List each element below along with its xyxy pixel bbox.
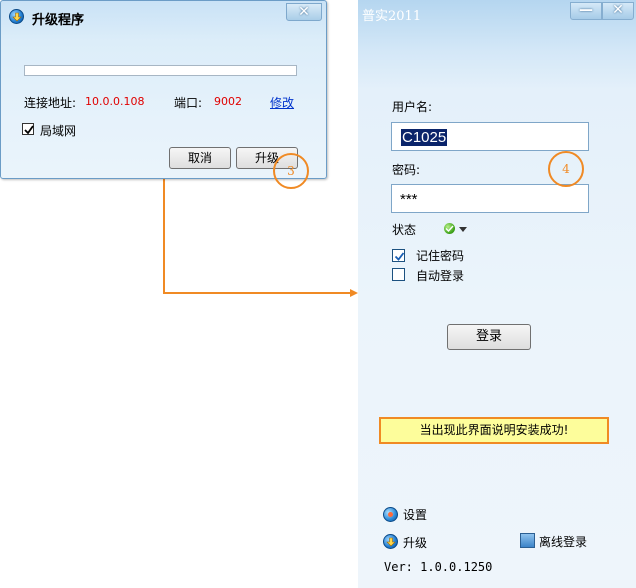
checkmark-icon — [394, 252, 405, 261]
upgrade-icon[interactable] — [383, 534, 398, 549]
upgrade-dialog-title: 升级程序 — [32, 13, 85, 28]
checkmark-icon — [24, 125, 34, 135]
offline-login-link[interactable]: 离线登录 — [539, 533, 587, 550]
offline-login-icon[interactable] — [520, 533, 535, 548]
cancel-button[interactable]: 取消 — [169, 147, 231, 169]
minimize-button[interactable]: — — [570, 2, 602, 20]
password-label: 密码: — [392, 163, 421, 177]
online-check-icon[interactable] — [444, 223, 455, 234]
port-label: 端口: — [174, 96, 203, 110]
lan-label: 局域网 — [40, 124, 77, 138]
connection-address-value: 10.0.0.108 — [85, 95, 145, 108]
upgrade-close-button[interactable]: ✕ — [286, 3, 322, 21]
upgrade-titlebar[interactable]: 升级程序 ✕ — [1, 1, 326, 31]
connection-address-label: 连接地址: — [24, 96, 77, 110]
login-button[interactable]: 登录 — [447, 324, 531, 350]
upgrade-app-icon — [9, 9, 24, 24]
remember-password-checkbox[interactable] — [392, 249, 405, 262]
password-value: *** — [400, 191, 418, 208]
password-input[interactable]: *** — [391, 184, 589, 213]
lan-checkbox[interactable] — [22, 123, 34, 135]
login-window: 普实2011 — ✕ 用户名: C1025 密码: *** 状态 记住密码 自动… — [358, 0, 636, 588]
remember-password-label: 记住密码 — [416, 249, 465, 263]
auto-login-checkbox[interactable] — [392, 268, 405, 281]
settings-link[interactable]: 设置 — [403, 506, 427, 523]
login-close-button[interactable]: ✕ — [602, 2, 634, 20]
username-value: C1025 — [401, 129, 448, 146]
version-text: Ver: 1.0.0.1250 — [384, 560, 493, 574]
step-3-marker: 3 — [273, 153, 309, 189]
install-success-notice: 当出现此界面说明安装成功! — [379, 417, 609, 444]
login-window-title: 普实2011 — [362, 9, 422, 24]
upgrade-progress-bar — [24, 65, 297, 76]
step-4-marker: 4 — [548, 151, 584, 187]
upgrade-dialog: 升级程序 ✕ 连接地址: 10.0.0.108 端口: 9002 修改 局域网 … — [0, 0, 327, 179]
port-value: 9002 — [214, 95, 242, 108]
modify-link[interactable]: 修改 — [270, 94, 294, 111]
username-label: 用户名: — [392, 100, 433, 114]
status-dropdown-icon[interactable] — [459, 227, 467, 232]
upgrade-link[interactable]: 升级 — [403, 534, 427, 551]
auto-login-label: 自动登录 — [416, 269, 465, 283]
username-input[interactable]: C1025 — [391, 122, 589, 151]
status-label: 状态 — [392, 223, 417, 237]
settings-icon[interactable] — [383, 507, 398, 522]
